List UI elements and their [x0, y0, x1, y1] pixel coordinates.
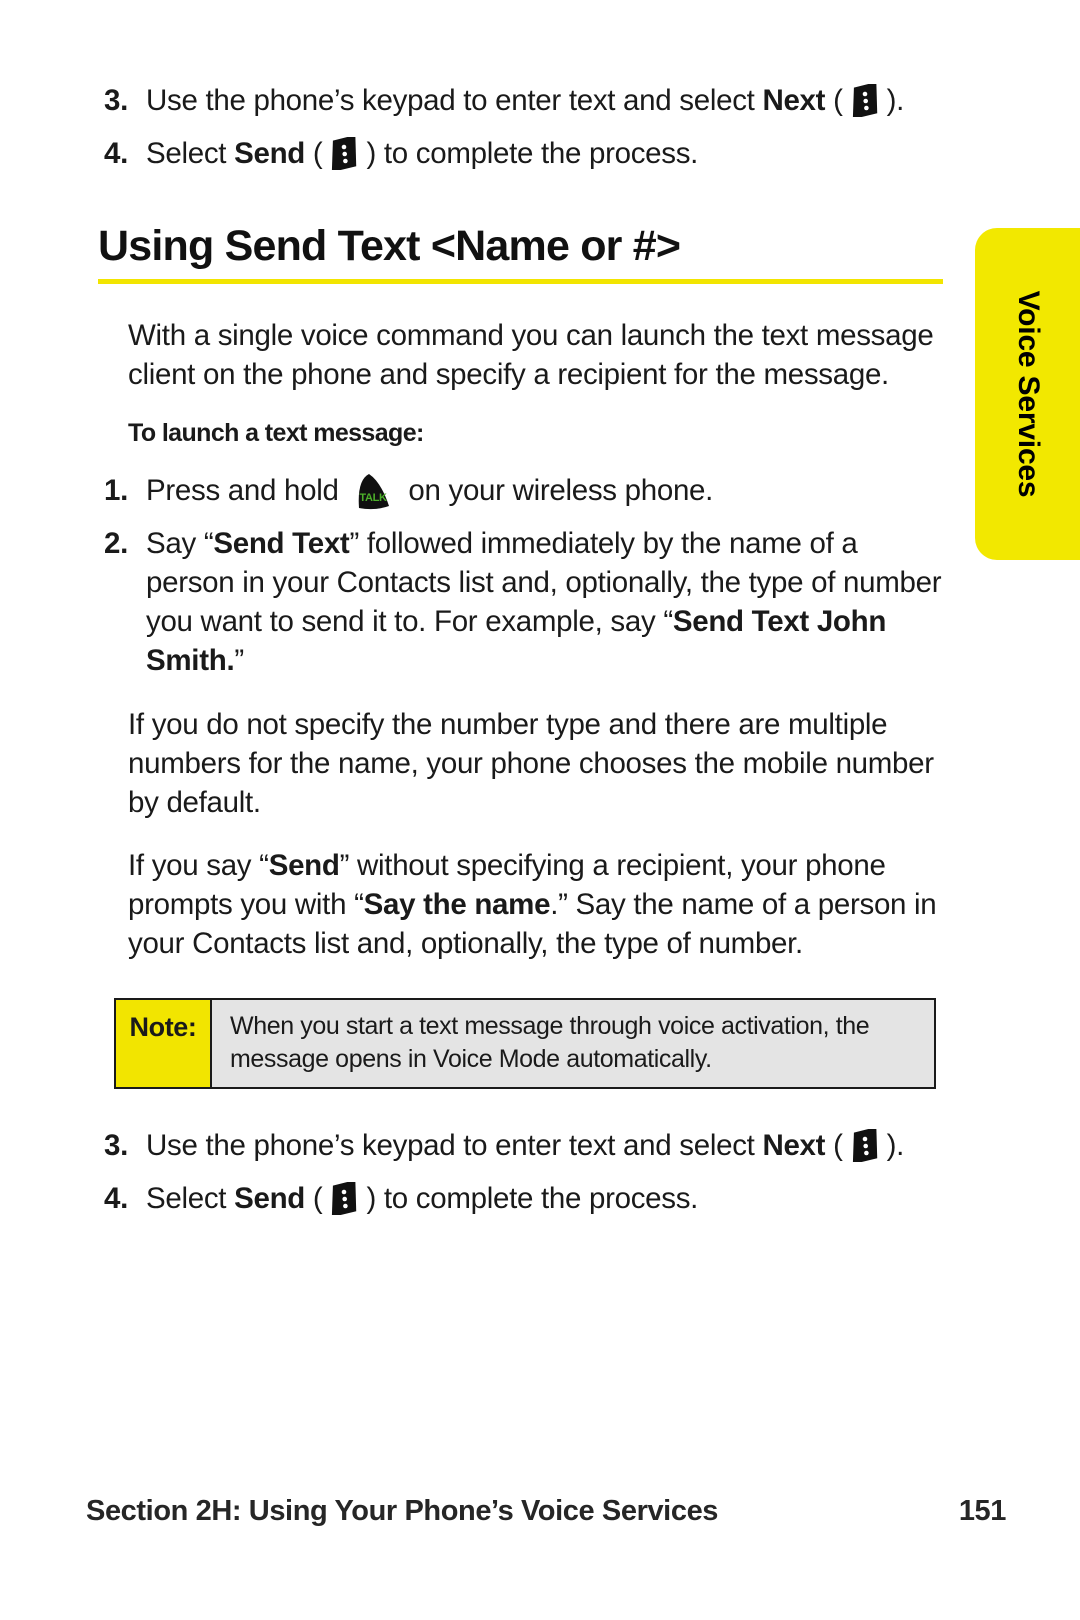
- step-text-bold: Send: [234, 1182, 306, 1215]
- step-text-before: Use the phone’s keypad to enter text and…: [146, 84, 763, 117]
- talk-key-icon: TALK: [351, 472, 397, 510]
- step-number: 1.: [104, 473, 129, 507]
- manual-page: Voice Services 3. Use the phone’s keypad…: [0, 0, 1080, 1620]
- step-number: 4.: [104, 136, 129, 170]
- list-item: 3. Use the phone’s keypad to enter text …: [98, 82, 943, 121]
- note-text: When you start a text message through vo…: [212, 1000, 934, 1088]
- list-item: 1. Press and hold TALK on your wireless …: [98, 472, 943, 511]
- step-text-after: on your wireless phone.: [400, 473, 714, 507]
- step-text-bold: Next: [762, 84, 826, 117]
- step-text-bold1: Send Text: [213, 526, 350, 560]
- subheading: To launch a text message:: [128, 418, 424, 447]
- step-text: Press and hold TALK on your wireless pho…: [146, 472, 943, 511]
- page-content: 3. Use the phone’s keypad to enter text …: [98, 0, 943, 1219]
- body-paragraph: If you say “Send” without specifying a r…: [128, 847, 943, 964]
- paragraph-part1: If you say “: [128, 849, 269, 883]
- step-text-after: (: [305, 1182, 323, 1215]
- note-label: Note:: [116, 1000, 212, 1088]
- paragraph-text: If you do not specify the number type an…: [128, 708, 934, 820]
- list-item: 4. Select Send ( ) to complete the proces…: [98, 135, 943, 174]
- step-text: Say “Send Text” followed immediately by …: [146, 525, 943, 681]
- step-text-end: ).: [886, 84, 905, 117]
- step-text-end: ) to complete the process.: [366, 1182, 699, 1215]
- paragraph-bold1: Send: [268, 849, 340, 883]
- step-text-end: ).: [886, 1129, 905, 1163]
- list-item: 3. Use the phone’s keypad to enter text …: [98, 1127, 943, 1166]
- step-text: Use the phone’s keypad to enter text and…: [146, 82, 943, 121]
- page-title: Using Send Text <Name or #>: [98, 221, 681, 270]
- softkey-icon: [845, 84, 885, 117]
- step-text: Select Send ( ) to complete the process.: [146, 1180, 943, 1219]
- section-side-tab: Voice Services: [975, 228, 1080, 560]
- step-text-before: Press and hold: [146, 473, 347, 507]
- step-number: 3.: [104, 1129, 129, 1163]
- step-number: 3.: [104, 84, 129, 117]
- step-text-bold: Next: [762, 1129, 826, 1163]
- softkey-icon: [845, 1129, 885, 1163]
- side-tab-label: Voice Services: [1011, 290, 1045, 498]
- step-text: Select Send ( ) to complete the process.: [146, 135, 943, 174]
- note-box: Note: When you start a text message thro…: [114, 998, 936, 1090]
- softkey-icon: [324, 136, 364, 170]
- step-text-before: Use the phone’s keypad to enter text and…: [146, 1129, 763, 1163]
- step-text-part3: ”: [234, 643, 244, 677]
- step-text-before: Select: [146, 1182, 235, 1215]
- intro-paragraph: With a single voice command you can laun…: [128, 318, 934, 391]
- step-text-bold: Send: [234, 136, 306, 170]
- footer-section-title: Section 2H: Using Your Phone’s Voice Ser…: [86, 1495, 719, 1527]
- step-text-end: ) to complete the process.: [366, 136, 699, 170]
- step-number: 2.: [104, 526, 129, 560]
- body-paragraph: If you do not specify the number type an…: [128, 706, 943, 823]
- svg-text:TALK: TALK: [359, 492, 387, 504]
- step-text-after: (: [825, 84, 843, 117]
- step-text: Use the phone’s keypad to enter text and…: [146, 1127, 943, 1166]
- step-text-after: (: [305, 136, 323, 170]
- step-text-after: (: [825, 1129, 843, 1163]
- step-text-part1: Say “: [146, 526, 214, 560]
- list-item: 4. Select Send ( ) to complete the proces…: [98, 1180, 943, 1219]
- paragraph-bold2: Say the name: [363, 888, 551, 922]
- page-footer: Section 2H: Using Your Phone’s Voice Ser…: [86, 1495, 1006, 1528]
- softkey-icon: [324, 1182, 364, 1215]
- step-number: 4.: [104, 1182, 129, 1215]
- footer-page-number: 151: [958, 1495, 1007, 1527]
- step-text-before: Select: [146, 136, 235, 170]
- list-item: 2. Say “Send Text” followed immediately …: [98, 525, 943, 681]
